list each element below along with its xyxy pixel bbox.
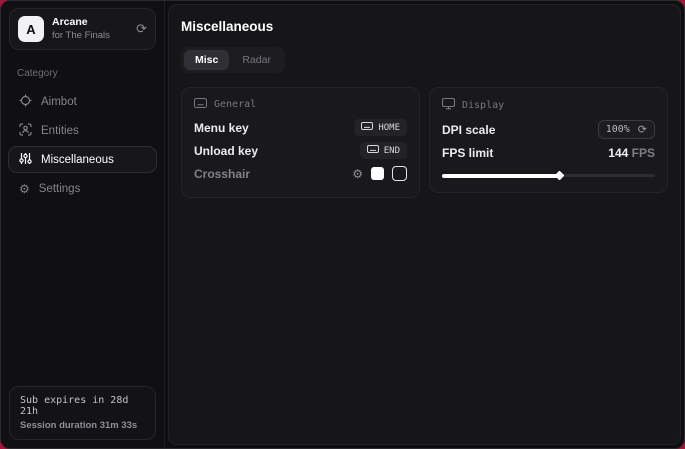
sidebar-item-settings[interactable]: ⚙ Settings bbox=[8, 175, 157, 202]
cards-row: General Menu key HOME bbox=[181, 87, 668, 198]
sidebar: A Arcane for The Finals ⟳ Category Aimbo… bbox=[1, 1, 165, 448]
sidebar-item-label: Settings bbox=[39, 183, 81, 195]
display-card-title: Display bbox=[462, 100, 504, 111]
sync-icon[interactable]: ⟳ bbox=[136, 21, 147, 37]
main-area: Miscellaneous Misc Radar bbox=[165, 1, 684, 448]
keyboard-icon bbox=[361, 122, 373, 133]
sidebar-item-miscellaneous[interactable]: Miscellaneous bbox=[8, 146, 157, 173]
unload-key-row: Unload key END bbox=[194, 139, 407, 162]
dpi-scale-row: DPI scale 100% ⟳ bbox=[442, 118, 655, 141]
subscription-expiry: Sub expires in 28d 21h bbox=[20, 395, 145, 417]
unload-key-value: END bbox=[384, 146, 400, 156]
subscription-card: Sub expires in 28d 21h Session duration … bbox=[9, 386, 156, 440]
sidebar-item-label: Entities bbox=[41, 125, 79, 137]
refresh-icon[interactable]: ⟳ bbox=[638, 123, 647, 136]
tab-misc[interactable]: Misc bbox=[184, 50, 229, 70]
slider-fill bbox=[442, 174, 559, 178]
user-subtitle: for The Finals bbox=[52, 30, 128, 42]
fps-limit-slider[interactable] bbox=[442, 171, 655, 180]
entities-icon bbox=[19, 123, 32, 139]
dpi-scale-value: 100% bbox=[606, 124, 630, 135]
general-card: General Menu key HOME bbox=[181, 87, 420, 198]
tab-radar[interactable]: Radar bbox=[231, 50, 282, 70]
fps-limit-row: FPS limit 144 FPS bbox=[442, 141, 655, 164]
sidebar-item-label: Miscellaneous bbox=[41, 154, 114, 166]
sidebar-item-aimbot[interactable]: Aimbot bbox=[8, 88, 157, 115]
crosshair-label: Crosshair bbox=[194, 167, 250, 181]
fps-limit-label: FPS limit bbox=[442, 146, 493, 160]
main-panel: Miscellaneous Misc Radar bbox=[168, 4, 681, 445]
crosshair-toggle-checkbox[interactable] bbox=[392, 166, 407, 181]
session-duration: Session duration 31m 33s bbox=[20, 420, 145, 431]
menu-key-value: HOME bbox=[378, 123, 400, 133]
general-card-header: General bbox=[194, 98, 407, 111]
category-label: Category bbox=[1, 55, 164, 84]
fps-number: 144 bbox=[608, 146, 628, 160]
crosshair-row: Crosshair ⚙ bbox=[194, 162, 407, 185]
page-title: Miscellaneous bbox=[181, 19, 668, 34]
keyboard-icon bbox=[194, 98, 207, 111]
menu-key-row: Menu key HOME bbox=[194, 116, 407, 139]
tab-bar: Misc Radar bbox=[181, 47, 285, 73]
sidebar-nav: Aimbot Entities bbox=[1, 84, 164, 206]
keyboard-icon bbox=[367, 145, 379, 156]
sidebar-item-entities[interactable]: Entities bbox=[8, 117, 157, 144]
display-card-header: Display bbox=[442, 98, 655, 113]
dpi-scale-label: DPI scale bbox=[442, 123, 495, 137]
sliders-icon bbox=[19, 152, 32, 168]
fps-unit: FPS bbox=[632, 146, 655, 160]
monitor-icon bbox=[442, 98, 455, 113]
sidebar-item-label: Aimbot bbox=[41, 96, 77, 108]
app-window: A Arcane for The Finals ⟳ Category Aimbo… bbox=[0, 0, 685, 449]
general-card-title: General bbox=[214, 99, 256, 110]
menu-key-binding[interactable]: HOME bbox=[354, 119, 407, 136]
slider-thumb[interactable] bbox=[555, 171, 565, 181]
crosshair-color-swatch[interactable] bbox=[371, 167, 384, 180]
crosshair-icon bbox=[19, 94, 32, 110]
menu-key-label: Menu key bbox=[194, 121, 249, 135]
unload-key-label: Unload key bbox=[194, 144, 258, 158]
crosshair-settings-gear-icon[interactable]: ⚙ bbox=[352, 167, 363, 181]
fps-limit-value: 144 FPS bbox=[608, 146, 655, 160]
unload-key-binding[interactable]: END bbox=[360, 142, 407, 159]
user-card: A Arcane for The Finals ⟳ bbox=[9, 8, 156, 50]
dpi-scale-control[interactable]: 100% ⟳ bbox=[598, 120, 655, 139]
user-name: Arcane bbox=[52, 16, 128, 30]
crosshair-controls: ⚙ bbox=[352, 166, 407, 181]
gear-icon: ⚙ bbox=[19, 182, 30, 196]
avatar: A bbox=[18, 16, 44, 42]
display-card: Display DPI scale 100% ⟳ FPS limit 144 bbox=[429, 87, 668, 193]
user-meta: Arcane for The Finals bbox=[52, 16, 128, 42]
